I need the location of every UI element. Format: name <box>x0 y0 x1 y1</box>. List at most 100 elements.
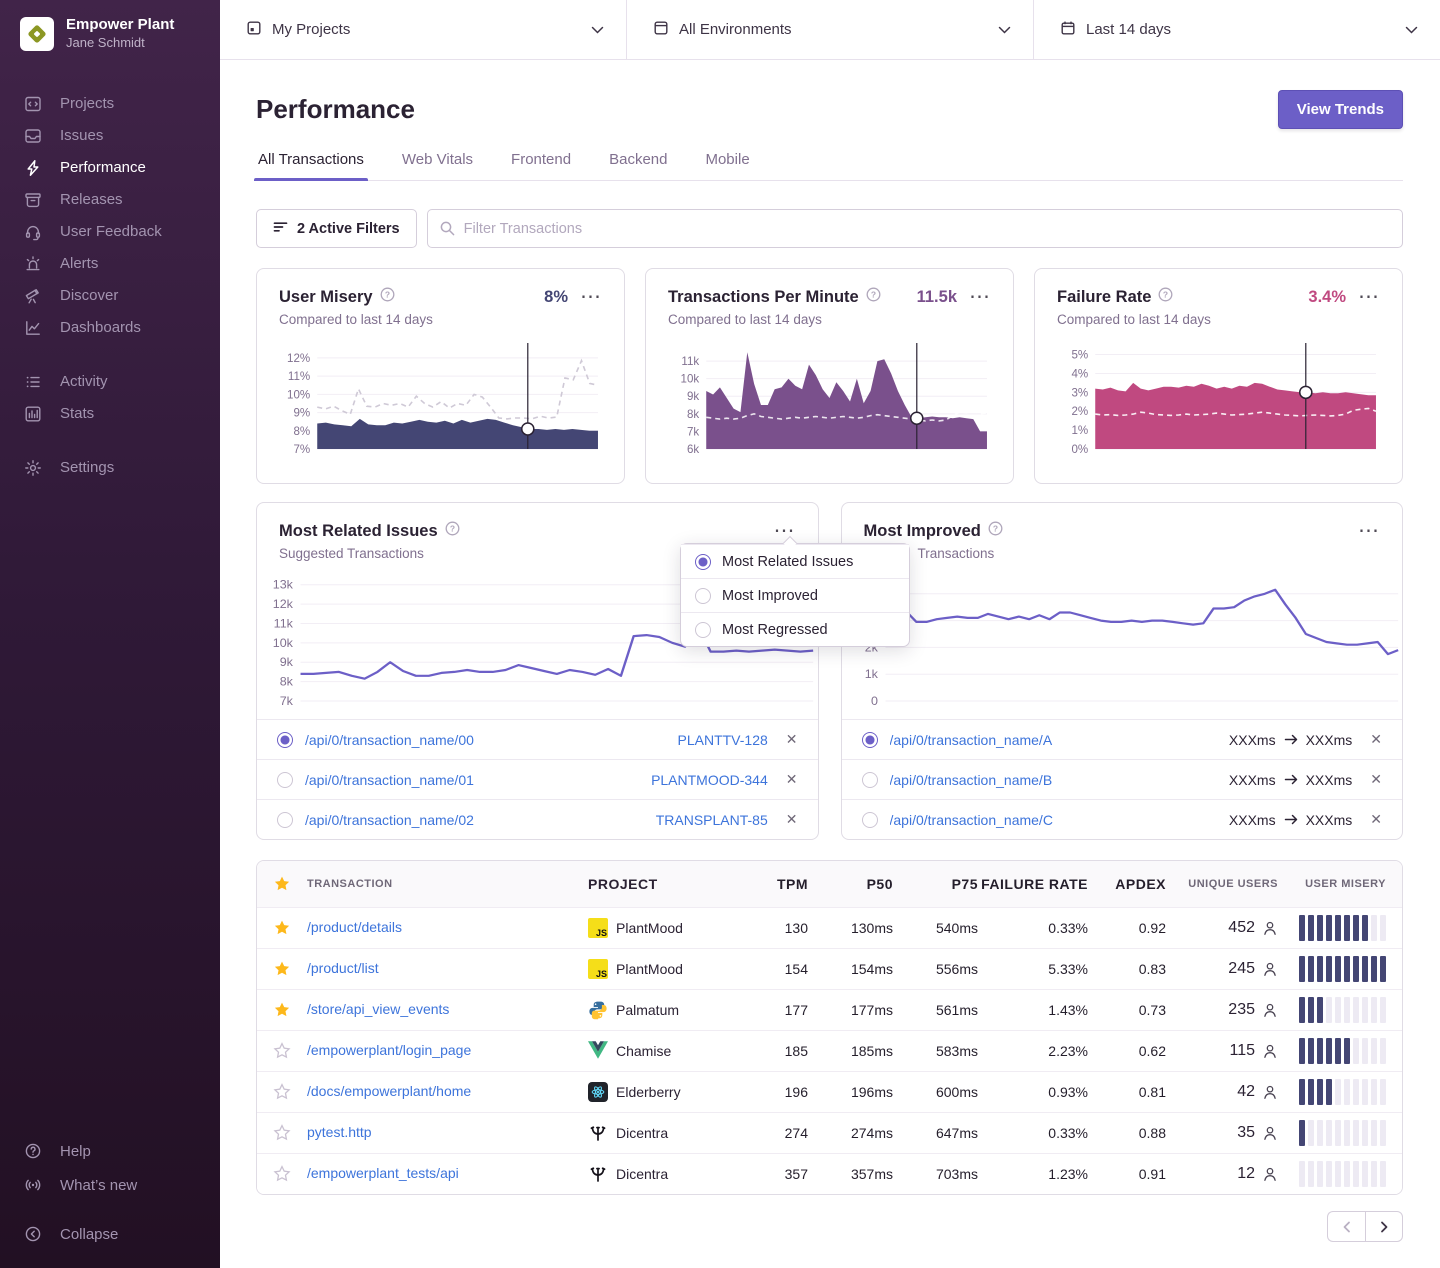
project-picker[interactable]: My Projects <box>220 0 627 59</box>
failure-rate-chart[interactable]: 5%4%3%2%1%0% <box>1057 337 1380 469</box>
dropdown-option-most-regressed[interactable]: Most Regressed <box>681 612 909 646</box>
star-toggle[interactable] <box>273 1042 291 1060</box>
radio-button[interactable] <box>277 732 293 748</box>
star-toggle[interactable] <box>273 1124 291 1142</box>
column-header-transaction[interactable]: TRANSACTION <box>307 878 588 890</box>
sidebar-item-dashboards[interactable]: Dashboards <box>0 312 220 344</box>
radio-button[interactable] <box>695 588 711 604</box>
most-improved-chart[interactable]: 4k3k2k1k0 <box>842 567 1403 717</box>
project-cell[interactable]: JSPlantMood <box>588 918 753 938</box>
sidebar-item-discover[interactable]: Discover <box>0 280 220 312</box>
column-header-tpm[interactable]: TPM <box>753 876 808 892</box>
issue-link[interactable]: PLANTMOOD-344 <box>651 772 768 788</box>
sidebar-item-performance[interactable]: Performance <box>0 152 220 184</box>
radio-button[interactable] <box>862 812 878 828</box>
transaction-link[interactable]: /api/0/transaction_name/02 <box>305 812 644 828</box>
help-icon[interactable]: ? <box>988 521 1003 541</box>
column-header-p50[interactable]: P50 <box>808 876 893 892</box>
transaction-link[interactable]: pytest.http <box>307 1124 372 1140</box>
sidebar-item-activity[interactable]: Activity <box>0 366 220 398</box>
column-header-apdex[interactable]: APDEX <box>1088 876 1166 892</box>
sidebar-item-stats[interactable]: Stats <box>0 398 220 430</box>
column-header-user-misery[interactable]: USER MISERY <box>1278 878 1386 890</box>
column-header-failure-rate[interactable]: FAILURE RATE <box>978 876 1088 892</box>
column-header-p75[interactable]: P75 <box>893 876 978 892</box>
help-icon[interactable]: ? <box>866 287 881 307</box>
view-trends-button[interactable]: View Trends <box>1278 90 1403 129</box>
org-switcher[interactable]: Empower Plant Jane Schmidt <box>0 16 220 52</box>
card-menu-button[interactable]: ⋯ <box>969 292 991 302</box>
sidebar-item-settings[interactable]: Settings <box>0 452 220 484</box>
star-toggle[interactable] <box>273 1083 291 1101</box>
column-header-unique-users[interactable]: UNIQUE USERS <box>1166 878 1278 890</box>
tab-frontend[interactable]: Frontend <box>509 151 573 180</box>
next-page-button[interactable] <box>1365 1211 1403 1242</box>
sidebar-item-releases[interactable]: Releases <box>0 184 220 216</box>
card-menu-button[interactable]: ⋯ <box>774 526 796 536</box>
transaction-link[interactable]: /store/api_view_events <box>307 1001 449 1017</box>
user-misery-chart[interactable]: 12%11%10%9%8%7% <box>279 337 602 469</box>
close-icon[interactable]: ✕ <box>1370 731 1382 748</box>
card-menu-button[interactable]: ⋯ <box>580 292 602 302</box>
star-toggle[interactable] <box>273 1001 291 1019</box>
project-cell[interactable]: Chamise <box>588 1041 753 1061</box>
tpm-chart[interactable]: 11k10k9k8k7k6k <box>668 337 991 469</box>
sidebar-item-what-s-new[interactable]: What’s new <box>0 1168 220 1202</box>
transaction-link[interactable]: /product/list <box>307 960 379 976</box>
project-cell[interactable]: JSPlantMood <box>588 959 753 979</box>
sidebar-item-user-feedback[interactable]: User Feedback <box>0 216 220 248</box>
radio-button[interactable] <box>862 772 878 788</box>
transaction-link[interactable]: /product/details <box>307 919 402 935</box>
close-icon[interactable]: ✕ <box>786 771 798 788</box>
transaction-link[interactable]: /empowerplant_tests/api <box>307 1165 459 1181</box>
help-icon[interactable]: ? <box>445 521 460 541</box>
tab-web-vitals[interactable]: Web Vitals <box>400 151 475 180</box>
transaction-search-input[interactable] <box>427 209 1403 248</box>
close-icon[interactable]: ✕ <box>1370 811 1382 828</box>
issue-link[interactable]: TRANSPLANT-85 <box>656 812 768 828</box>
dropdown-option-most-improved[interactable]: Most Improved <box>681 578 909 612</box>
star-toggle[interactable] <box>273 960 291 978</box>
card-menu-button[interactable]: ⋯ <box>1358 292 1380 302</box>
star-column-header[interactable] <box>273 875 307 893</box>
transaction-link[interactable]: /api/0/transaction_name/B <box>890 772 1217 788</box>
transaction-link[interactable]: /empowerplant/login_page <box>307 1042 471 1058</box>
transaction-link[interactable]: /api/0/transaction_name/A <box>890 732 1217 748</box>
sidebar-item-alerts[interactable]: Alerts <box>0 248 220 280</box>
tab-all-transactions[interactable]: All Transactions <box>256 151 366 180</box>
previous-page-button[interactable] <box>1327 1211 1365 1242</box>
project-cell[interactable]: Palmatum <box>588 1000 753 1020</box>
environment-picker[interactable]: All Environments <box>627 0 1034 59</box>
project-cell[interactable]: Elderberry <box>588 1082 753 1102</box>
transaction-link[interactable]: /api/0/transaction_name/01 <box>305 772 639 788</box>
transaction-link[interactable]: /api/0/transaction_name/00 <box>305 732 666 748</box>
sidebar-item-issues[interactable]: Issues <box>0 120 220 152</box>
transaction-link[interactable]: /api/0/transaction_name/C <box>890 812 1217 828</box>
sidebar-item-help[interactable]: Help <box>0 1134 220 1168</box>
issue-link[interactable]: PLANTTV-128 <box>678 732 768 748</box>
close-icon[interactable]: ✕ <box>1370 771 1382 788</box>
help-icon[interactable]: ? <box>380 287 395 307</box>
sidebar-item-projects[interactable]: Projects <box>0 88 220 120</box>
star-toggle[interactable] <box>273 1165 291 1183</box>
close-icon[interactable]: ✕ <box>786 731 798 748</box>
tab-mobile[interactable]: Mobile <box>703 151 751 180</box>
radio-button[interactable] <box>695 622 711 638</box>
card-menu-button[interactable]: ⋯ <box>1358 526 1380 536</box>
dropdown-option-most-related-issues[interactable]: Most Related Issues <box>681 544 909 578</box>
column-header-project[interactable]: PROJECT <box>588 876 753 892</box>
radio-button[interactable] <box>695 554 711 570</box>
transaction-link[interactable]: /docs/empowerplant/home <box>307 1083 471 1099</box>
close-icon[interactable]: ✕ <box>786 811 798 828</box>
sidebar-collapse-button[interactable]: Collapse <box>0 1218 220 1250</box>
tab-backend[interactable]: Backend <box>607 151 669 180</box>
date-range-picker[interactable]: Last 14 days <box>1034 0 1440 59</box>
radio-button[interactable] <box>277 812 293 828</box>
radio-button[interactable] <box>862 732 878 748</box>
star-toggle[interactable] <box>273 919 291 937</box>
help-icon[interactable]: ? <box>1158 287 1173 307</box>
radio-button[interactable] <box>277 772 293 788</box>
project-cell[interactable]: Dicentra <box>588 1123 753 1143</box>
active-filters-button[interactable]: 2 Active Filters <box>256 209 417 248</box>
project-cell[interactable]: Dicentra <box>588 1164 753 1184</box>
